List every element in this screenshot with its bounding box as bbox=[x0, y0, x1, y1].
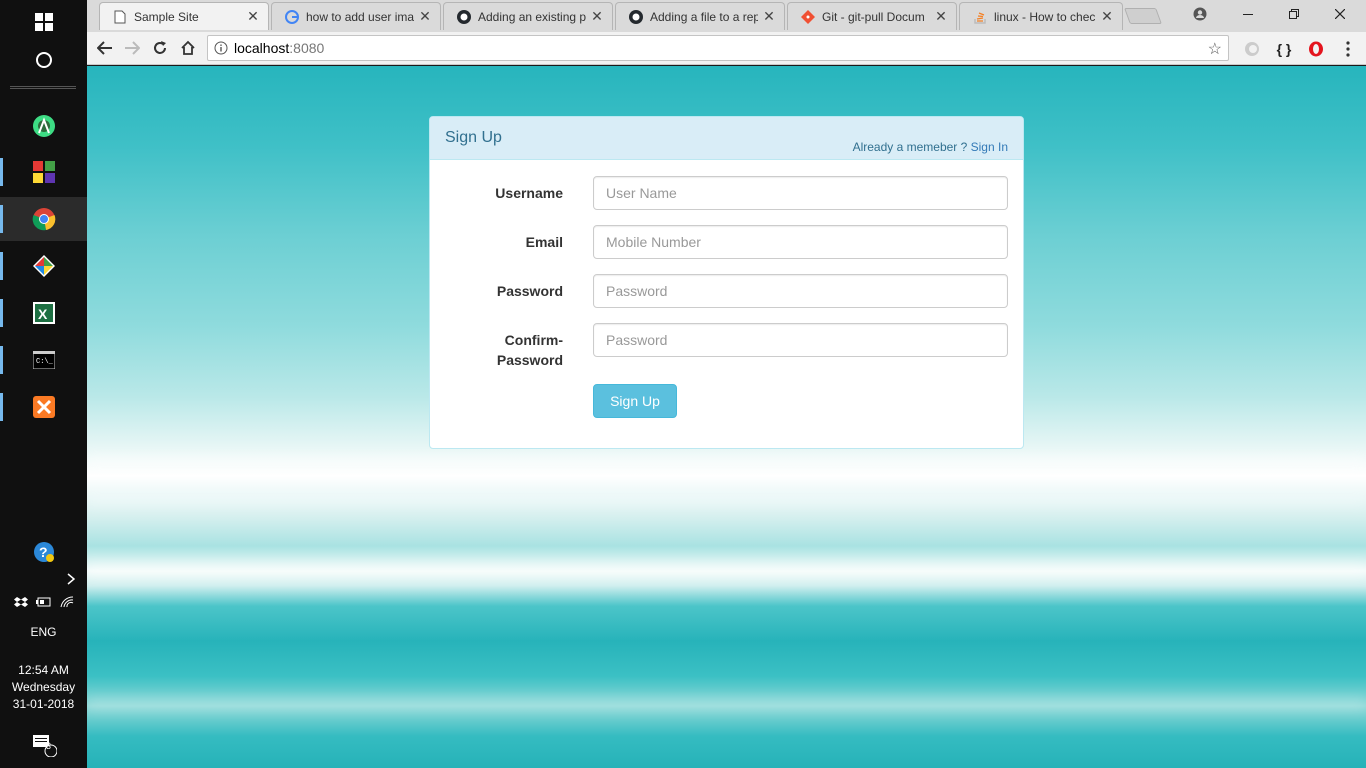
forward-arrow-icon[interactable] bbox=[119, 36, 145, 60]
signup-panel: Sign Up Already a memeber ? Sign In User… bbox=[429, 116, 1024, 449]
tab-close-icon[interactable]: ✕ bbox=[1100, 8, 1114, 25]
tab-title: Adding a file to a rep bbox=[650, 9, 758, 24]
clock-time[interactable]: 12:54 AM bbox=[0, 662, 87, 678]
json-viewer-icon[interactable]: { } bbox=[1273, 38, 1295, 60]
tab-close-icon[interactable]: ✕ bbox=[590, 8, 604, 25]
xampp-icon[interactable] bbox=[0, 385, 87, 429]
chrome-icon[interactable] bbox=[0, 197, 87, 241]
minimize-icon[interactable] bbox=[1225, 0, 1271, 28]
excel-icon[interactable]: X bbox=[0, 291, 87, 335]
clock-day[interactable]: Wednesday bbox=[0, 679, 87, 695]
language-indicator[interactable]: ENG bbox=[0, 624, 87, 640]
tab-title: Git - git-pull Docum bbox=[822, 9, 925, 24]
chrome-window: Sample Site ✕ how to add user ima ✕ Addi… bbox=[87, 0, 1366, 768]
panel-heading: Sign Up Already a memeber ? Sign In bbox=[430, 117, 1023, 160]
tab-close-icon[interactable]: ✕ bbox=[762, 8, 776, 25]
tab-strip: Sample Site ✕ how to add user ima ✕ Addi… bbox=[87, 0, 1366, 32]
home-icon[interactable] bbox=[175, 36, 201, 60]
url-host: localhost bbox=[234, 40, 290, 56]
bookmark-star-icon[interactable]: ☆ bbox=[1208, 39, 1222, 59]
tab-title: linux - How to check bbox=[994, 9, 1096, 24]
extension-gray-icon[interactable] bbox=[1241, 38, 1263, 60]
signup-button[interactable]: Sign Up bbox=[593, 384, 677, 418]
running-indicator bbox=[0, 393, 3, 421]
running-indicator bbox=[0, 205, 3, 233]
background-wave bbox=[87, 698, 1366, 710]
tab-close-icon[interactable]: ✕ bbox=[934, 8, 948, 25]
tab-title: Adding an existing p bbox=[478, 9, 586, 24]
reload-icon[interactable] bbox=[147, 36, 173, 60]
github-icon bbox=[628, 9, 644, 25]
google-icon bbox=[284, 9, 300, 25]
tab-close-icon[interactable]: ✕ bbox=[418, 8, 432, 25]
svg-text:X: X bbox=[38, 306, 48, 322]
page-viewport: Sign Up Already a memeber ? Sign In User… bbox=[87, 66, 1366, 768]
app-tiles-icon[interactable] bbox=[0, 150, 87, 194]
close-window-icon[interactable] bbox=[1317, 0, 1363, 28]
tab-title: how to add user ima bbox=[306, 9, 414, 24]
github-icon bbox=[456, 9, 472, 25]
running-indicator bbox=[0, 299, 3, 327]
tab-stackoverflow[interactable]: linux - How to check ✕ bbox=[959, 2, 1123, 30]
new-tab-button[interactable] bbox=[1124, 8, 1162, 24]
cortana-icon[interactable] bbox=[0, 38, 87, 82]
tab-title: Sample Site bbox=[134, 9, 199, 24]
tab-sample-site[interactable]: Sample Site ✕ bbox=[99, 2, 269, 30]
android-studio-icon[interactable] bbox=[0, 104, 87, 148]
password-input[interactable] bbox=[593, 274, 1008, 308]
already-member-text: Already a memeber ? Sign In bbox=[853, 140, 1008, 154]
system-tray bbox=[0, 594, 87, 614]
restore-icon[interactable] bbox=[1271, 0, 1317, 28]
running-indicator bbox=[0, 346, 3, 374]
confirm-password-input[interactable] bbox=[593, 323, 1008, 357]
git-icon bbox=[800, 9, 816, 25]
background-wave bbox=[87, 496, 1366, 506]
background-wave bbox=[87, 564, 1366, 576]
clock-date[interactable]: 31-01-2018 bbox=[0, 696, 87, 712]
stackoverflow-icon bbox=[972, 9, 988, 25]
tab-google-search[interactable]: how to add user ima ✕ bbox=[271, 2, 441, 30]
password-label: Password bbox=[496, 283, 563, 299]
running-indicator bbox=[0, 158, 3, 186]
chrome-menu-icon[interactable] bbox=[1337, 38, 1359, 60]
email-input[interactable] bbox=[593, 225, 1008, 259]
notification-count: 3 bbox=[46, 741, 52, 751]
tab-close-icon[interactable]: ✕ bbox=[246, 8, 260, 25]
action-center-icon[interactable]: 3 bbox=[0, 722, 87, 766]
email-label: Email bbox=[525, 234, 563, 250]
confirm-password-label: Confirm- Password bbox=[430, 330, 563, 370]
confirm-password-label-line2: Password bbox=[496, 352, 563, 368]
running-indicator bbox=[0, 252, 3, 280]
windows-taskbar: X C:\_ ? ENG 12:54 AM Wednesday 31-01-20… bbox=[0, 0, 87, 768]
already-member-label: Already a memeber ? bbox=[852, 140, 971, 154]
git-kraken-icon[interactable] bbox=[0, 244, 87, 288]
browser-toolbar: localhost:8080 ☆ { } bbox=[87, 32, 1366, 65]
confirm-password-label-line1: Confirm- bbox=[504, 332, 563, 348]
username-input[interactable] bbox=[593, 176, 1008, 210]
battery-icon[interactable] bbox=[35, 595, 52, 613]
command-prompt-icon[interactable]: C:\_ bbox=[0, 338, 87, 382]
profile-icon[interactable] bbox=[1177, 0, 1223, 28]
tray-expand-chevron-icon[interactable] bbox=[0, 568, 87, 590]
url-port: :8080 bbox=[289, 40, 325, 56]
back-arrow-icon[interactable] bbox=[92, 36, 118, 60]
background-wave bbox=[87, 456, 1366, 470]
svg-text:C:\_: C:\_ bbox=[36, 358, 54, 366]
panel-title: Sign Up bbox=[445, 129, 502, 146]
username-label: Username bbox=[495, 185, 563, 201]
opera-icon[interactable] bbox=[1305, 38, 1327, 60]
address-bar[interactable]: localhost:8080 ☆ bbox=[207, 35, 1229, 61]
taskbar-divider bbox=[10, 86, 76, 89]
dropbox-icon[interactable] bbox=[13, 595, 28, 613]
signin-link[interactable]: Sign In bbox=[971, 140, 1008, 154]
tab-github-existing[interactable]: Adding an existing p ✕ bbox=[443, 2, 613, 30]
wifi-icon[interactable] bbox=[60, 595, 74, 613]
site-info-icon[interactable] bbox=[208, 41, 234, 55]
page-icon bbox=[112, 9, 128, 25]
tab-git-pull[interactable]: Git - git-pull Docum ✕ bbox=[787, 2, 957, 30]
tab-github-file[interactable]: Adding a file to a rep ✕ bbox=[615, 2, 785, 30]
